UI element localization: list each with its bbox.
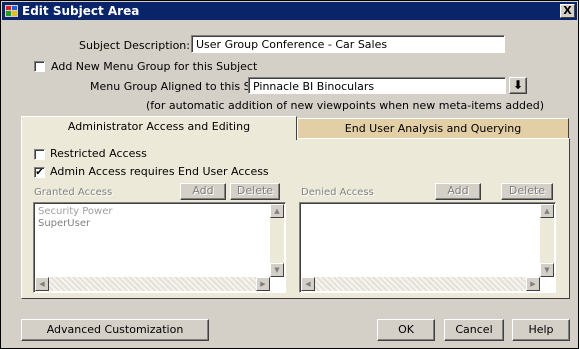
denied-vertical-scrollbar[interactable]: ▲ ▼ xyxy=(540,204,554,277)
list-item[interactable]: SuperUser xyxy=(38,218,90,229)
denied-access-list[interactable]: ▲ ▼ ◀ ▶ xyxy=(299,202,556,293)
add-new-menu-group-label: Add New Menu Group for this Subject xyxy=(51,60,258,73)
granted-access-list[interactable]: Security Power SuperUser ▲ ▼ ◀ ▶ xyxy=(33,202,286,293)
app-window-icon xyxy=(5,5,18,17)
scroll-up-icon[interactable]: ▲ xyxy=(540,204,554,218)
close-icon: X xyxy=(563,4,572,17)
help-button[interactable]: Help xyxy=(512,319,570,341)
scroll-left-icon[interactable]: ◀ xyxy=(35,277,49,291)
denied-horizontal-scrollbar[interactable]: ◀ ▶ xyxy=(301,277,540,291)
close-button[interactable]: X xyxy=(560,4,575,18)
scroll-right-icon[interactable]: ▶ xyxy=(256,277,270,291)
granted-add-label: Add xyxy=(192,184,214,197)
ok-label: OK xyxy=(398,323,414,336)
list-item[interactable]: Security Power xyxy=(38,206,112,217)
tab-administrator-access[interactable]: Administrator Access and Editing xyxy=(21,116,297,140)
denied-add-button[interactable]: Add xyxy=(435,183,481,200)
down-arrow-icon: ⬇ xyxy=(512,78,524,92)
granted-add-button[interactable]: Add xyxy=(180,183,226,200)
menu-group-aligned-value: Pinnacle BI Binoculars xyxy=(253,80,375,93)
denied-access-label: Denied Access xyxy=(301,187,374,198)
advanced-customization-label: Advanced Customization xyxy=(46,323,184,336)
tab-end-user-analysis-label: End User Analysis and Querying xyxy=(344,122,522,135)
denied-delete-label: Delete xyxy=(508,184,546,197)
help-label: Help xyxy=(528,323,554,336)
granted-delete-label: Delete xyxy=(236,184,274,197)
ok-button[interactable]: OK xyxy=(377,319,435,341)
tab-end-user-analysis[interactable]: End User Analysis and Querying xyxy=(297,118,569,140)
admin-requires-end-user-checkbox[interactable]: ✔ xyxy=(34,167,45,178)
denied-add-label: Add xyxy=(447,184,469,197)
cancel-label: Cancel xyxy=(455,323,493,336)
menu-group-note: (for automatic addition of new viewpoint… xyxy=(146,99,545,112)
subject-description-input[interactable]: User Group Conference - Car Sales xyxy=(191,35,505,53)
edit-subject-area-dialog: Edit Subject Area X Subject Description:… xyxy=(0,0,579,349)
admin-requires-end-user-label: Admin Access requires End User Access xyxy=(50,165,269,178)
restricted-access-checkbox[interactable] xyxy=(34,149,45,160)
subject-description-value: User Group Conference - Car Sales xyxy=(196,38,388,51)
cancel-button[interactable]: Cancel xyxy=(444,319,504,341)
add-new-menu-group-checkbox[interactable] xyxy=(34,61,45,72)
menu-group-aligned-field[interactable]: Pinnacle BI Binoculars xyxy=(248,77,506,94)
subject-description-label: Subject Description: xyxy=(79,39,190,52)
window-title: Edit Subject Area xyxy=(22,4,140,18)
granted-vertical-scrollbar[interactable]: ▲ ▼ xyxy=(270,204,284,277)
menu-group-dropdown-button[interactable]: ⬇ xyxy=(509,77,527,94)
scroll-down-icon[interactable]: ▼ xyxy=(270,263,284,277)
granted-horizontal-scrollbar[interactable]: ◀ ▶ xyxy=(35,277,270,291)
scroll-up-icon[interactable]: ▲ xyxy=(270,204,284,218)
granted-access-label: Granted Access xyxy=(34,187,113,198)
granted-delete-button[interactable]: Delete xyxy=(230,183,280,200)
administrator-access-panel: Restricted Access ✔ Admin Access require… xyxy=(21,138,570,299)
scroll-right-icon[interactable]: ▶ xyxy=(526,277,540,291)
check-icon: ✔ xyxy=(35,167,44,178)
restricted-access-label: Restricted Access xyxy=(50,147,147,160)
title-bar[interactable]: Edit Subject Area X xyxy=(2,2,577,20)
tab-administrator-access-label: Administrator Access and Editing xyxy=(67,120,251,133)
scroll-down-icon[interactable]: ▼ xyxy=(540,263,554,277)
scroll-left-icon[interactable]: ◀ xyxy=(301,277,315,291)
advanced-customization-button[interactable]: Advanced Customization xyxy=(21,319,209,341)
denied-delete-button[interactable]: Delete xyxy=(501,183,553,200)
